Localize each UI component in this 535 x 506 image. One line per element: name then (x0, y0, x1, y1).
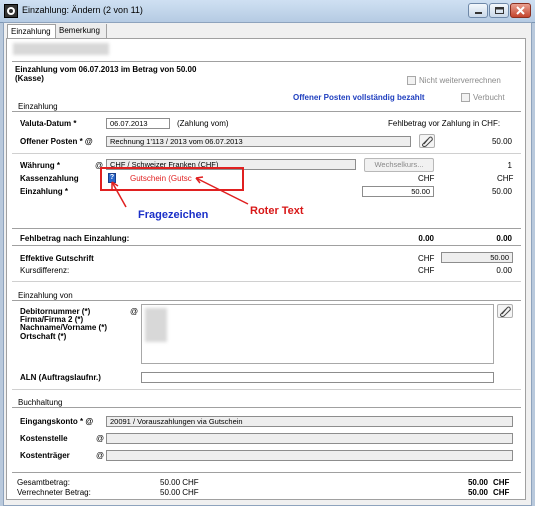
section-buchhaltung: Buchhaltung (18, 398, 63, 407)
eingangskonto-label: Eingangskonto * @ (20, 417, 94, 426)
kursdifferenz-label: Kursdifferenz: (20, 266, 70, 275)
verrechnet-label: Verrechneter Betrag: (17, 488, 91, 497)
redacted-address (145, 308, 167, 342)
nachname-label: Nachname/Vorname (*) (20, 323, 107, 332)
gutschrift-field[interactable]: 50.00 (441, 252, 513, 263)
kassenzahlung-label: Kassenzahlung (20, 174, 79, 183)
kurs-value: 1 (507, 161, 512, 170)
einzahlung-amount: 50.00 (491, 187, 512, 196)
aln-input[interactable] (141, 372, 494, 383)
valuta-hint: (Zahlung vom) (177, 119, 229, 128)
verrechnet-right: 50.00 (467, 488, 488, 497)
kursdifferenz-value: 0.00 (496, 266, 512, 275)
valuta-label: Valuta-Datum * (20, 119, 77, 128)
einzahlung-label: Einzahlung * (20, 187, 68, 196)
wechselkurs-button[interactable]: Wechselkurs... (364, 158, 434, 172)
summary-line-1: Einzahlung vom 06.07.2013 im Betrag von … (15, 65, 197, 74)
divider (12, 407, 521, 408)
section-einzahlung-von: Einzahlung von (18, 291, 73, 300)
verbucht-label: Verbucht (473, 93, 505, 102)
redacted-header-field (13, 43, 109, 55)
verrechnet-value: 50.00 CHF (160, 488, 199, 497)
fehlbetrag-value-1: 0.00 (418, 234, 434, 243)
op-bezahlt-label: Offener Posten vollständig bezahlt (293, 93, 425, 102)
fehlbetrag-vor-label: Fehlbetrag vor Zahlung in CHF: (388, 119, 501, 128)
gesamtbetrag-chf: CHF (493, 478, 510, 487)
maximize-icon (495, 7, 504, 14)
debitor-attachment-button[interactable] (497, 304, 513, 318)
fehlbetrag-label: Fehlbetrag nach Einzahlung: (20, 234, 130, 243)
divider (12, 389, 521, 390)
debitor-at: @ (130, 307, 139, 316)
kostenstelle-at: @ (96, 434, 105, 443)
nicht-weiterverrechnen-label: Nicht weiterverrechnen (419, 76, 501, 85)
debitor-address-box[interactable] (141, 304, 494, 364)
eingangskonto-field[interactable]: 20091 / Vorauszahlungen via Gutschein (106, 416, 513, 427)
divider (12, 153, 521, 154)
minimize-button[interactable] (468, 3, 488, 18)
einzahlung-input[interactable]: 50.00 (362, 186, 434, 197)
verbucht-checkbox[interactable] (461, 93, 470, 102)
annotation-roter-text: Roter Text (250, 205, 304, 217)
ortschaft-label: Ortschaft (*) (20, 332, 67, 341)
paperclip-icon (422, 136, 433, 147)
nicht-weiterverrechnen-checkbox[interactable] (407, 76, 416, 85)
close-icon (516, 6, 525, 15)
divider (12, 281, 521, 282)
form-panel (6, 38, 526, 500)
kasse-chf-1: CHF (418, 174, 435, 183)
gesamtbetrag-value: 50.00 CHF (160, 478, 199, 487)
tab-bemerkung[interactable]: Bemerkung (56, 24, 107, 38)
offener-posten-label: Offener Posten * @ (20, 137, 93, 146)
summary-line-2: (Kasse) (15, 74, 44, 83)
op-amount: 50.00 (491, 137, 512, 146)
verrechnet-chf: CHF (493, 488, 510, 497)
divider (12, 228, 521, 229)
attachment-button[interactable] (419, 134, 435, 148)
section-einzahlung: Einzahlung (18, 102, 58, 111)
divider (12, 472, 521, 473)
paperclip-icon (500, 306, 511, 317)
kostentraeger-label: Kostenträger (20, 451, 70, 460)
valuta-input[interactable]: 06.07.2013 (106, 118, 170, 129)
kursdifferenz-chf: CHF (418, 266, 435, 275)
minimize-icon (475, 12, 482, 14)
gesamtbetrag-label: Gesamtbetrag: (17, 478, 70, 487)
tab-einzahlung[interactable]: Einzahlung (7, 24, 56, 38)
app-icon (4, 4, 18, 18)
kostenstelle-label: Kostenstelle (20, 434, 68, 443)
fehlbetrag-value-2: 0.00 (496, 234, 512, 243)
divider (12, 111, 521, 112)
aln-label: ALN (Auftragslaufnr.) (20, 373, 101, 382)
gesamtbetrag-right: 50.00 (467, 478, 488, 487)
waehrung-label: Währung * (20, 161, 60, 170)
annotation-fragezeichen: Fragezeichen (138, 209, 209, 221)
kostenstelle-field[interactable] (106, 433, 513, 444)
kasse-chf-2: CHF (497, 174, 514, 183)
divider (12, 61, 521, 62)
close-button[interactable] (510, 3, 531, 18)
offener-posten-field[interactable]: Rechnung 1'113 / 2013 vom 06.07.2013 (106, 136, 411, 147)
gutschrift-label: Effektive Gutschrift (20, 254, 94, 263)
annotation-arrows (111, 176, 249, 208)
maximize-button[interactable] (489, 3, 509, 18)
divider (12, 245, 521, 246)
window-title: Einzahlung: Ändern (2 von 11) (22, 5, 143, 15)
window-titlebar: Einzahlung: Ändern (2 von 11) (0, 0, 535, 23)
kostentraeger-at: @ (96, 451, 105, 460)
divider (12, 300, 521, 301)
kostentraeger-field[interactable] (106, 450, 513, 461)
gutschrift-chf: CHF (418, 254, 435, 263)
